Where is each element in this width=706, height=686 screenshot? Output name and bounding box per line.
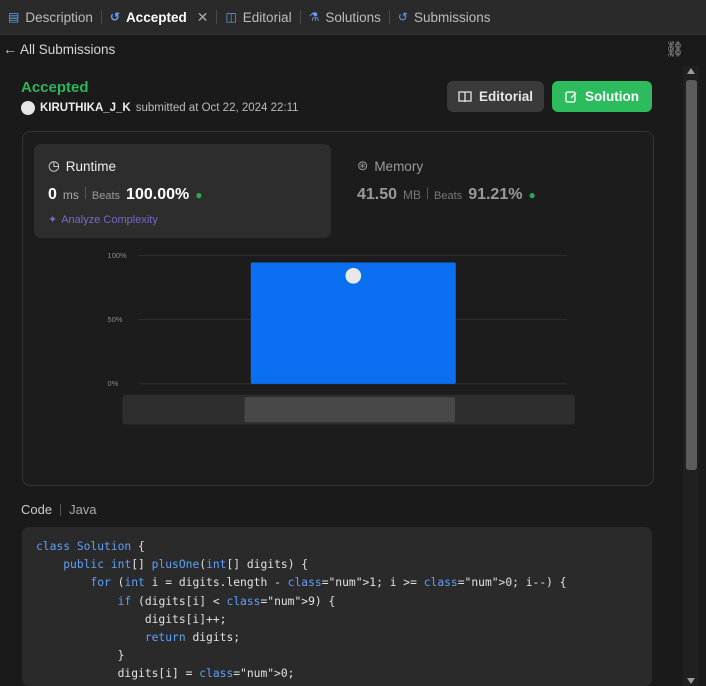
tab-label: Editorial [242, 9, 292, 25]
y-tick-label: 100% [108, 251, 127, 260]
leaderboard-icon: ● [195, 188, 203, 202]
tab-description[interactable]: ▤ Description [0, 0, 101, 34]
scroll-down-arrow-icon[interactable] [687, 678, 695, 684]
runtime-title-label: Runtime [65, 158, 117, 174]
editorial-button-label: Editorial [478, 89, 533, 104]
code-content[interactable]: class Solution { public int[] plusOne(in… [22, 527, 652, 684]
tab-label: Solutions [325, 9, 381, 25]
scrollbar[interactable] [683, 66, 699, 686]
runtime-title: ◷ Runtime [48, 158, 116, 174]
avatar[interactable] [21, 101, 35, 115]
code-label: Code [21, 502, 53, 517]
memory-values: 41.50 MB Beats 91.21% ● [357, 186, 536, 204]
divider [60, 503, 62, 516]
leaderboard-icon: ● [528, 188, 536, 202]
submission-subbar: ← All Submissions ⛓ [0, 35, 700, 63]
memory-unit: MB [403, 188, 422, 202]
tab-editorial[interactable]: ◫ Editorial [217, 0, 299, 34]
runtime-value: 0 [48, 186, 57, 203]
history-icon: ↺ [109, 10, 120, 24]
edit-icon [565, 91, 577, 103]
range-selector-window[interactable] [244, 397, 455, 423]
memory-title-label: Memory [374, 158, 424, 174]
sparkle-icon: ✦ [48, 214, 58, 226]
link-icon[interactable]: ⛓ [665, 40, 684, 58]
clock-icon: ◷ [48, 158, 60, 173]
tab-label: Accepted [125, 9, 187, 25]
memory-chip-icon: ⊛ [357, 158, 369, 173]
memory-title[interactable]: ⊛ Memory [357, 158, 423, 174]
tab-label: Submissions [413, 9, 491, 25]
submission-status: Accepted [21, 79, 89, 96]
analyze-complexity-label: Analyze Complexity [61, 213, 158, 226]
submitted-time: submitted at Oct 22, 2024 22:11 [135, 102, 299, 114]
tab-solutions[interactable]: ⚗ Solutions [301, 0, 389, 34]
tab-submissions[interactable]: ↺ Submissions [390, 0, 499, 34]
y-tick-label: 0% [108, 379, 119, 388]
user-avatar-marker [345, 268, 362, 284]
divider [84, 187, 86, 199]
runtime-beats-value: 100.00% [126, 186, 190, 203]
username-link[interactable]: KIRUTHIKA_J_K [40, 102, 131, 114]
book-icon [458, 90, 472, 102]
tab-label: Description [25, 9, 93, 25]
tab-bar: ▤ Description ↺ Accepted ✕ ◫ Editorial ⚗… [0, 0, 706, 35]
tab-accepted[interactable]: ↺ Accepted ✕ [102, 0, 217, 34]
runtime-values: 0 ms Beats 100.00% ● [48, 186, 202, 204]
divider [427, 187, 429, 199]
analyze-complexity-link[interactable]: ✦ Analyze Complexity [48, 213, 158, 227]
scrollbar-thumb[interactable] [686, 80, 697, 470]
back-arrow-icon[interactable]: ← [0, 41, 20, 57]
runtime-card[interactable]: ◷ Runtime 0 ms Beats 100.00% ● ✦ Analyze… [34, 144, 331, 238]
editorial-button[interactable]: Editorial [447, 81, 544, 112]
all-submissions-link[interactable]: All Submissions [20, 42, 115, 57]
solution-button-label: Solution [585, 89, 639, 104]
history-icon: ↺ [397, 10, 408, 24]
runtime-unit: ms [62, 188, 79, 202]
scroll-up-arrow-icon[interactable] [687, 68, 695, 74]
memory-value: 41.50 [357, 186, 398, 203]
close-icon[interactable]: ✕ [197, 9, 209, 26]
memory-beats-value: 91.21% [468, 186, 523, 203]
runtime-distribution-chart: 100% 50% 0% [108, 251, 575, 425]
y-tick-label: 50% [108, 315, 123, 324]
description-icon: ▤ [8, 10, 20, 24]
flask-icon: ⚗ [308, 10, 320, 24]
book-icon: ◫ [225, 10, 237, 24]
code-language: Java [69, 502, 97, 517]
code-block[interactable]: class Solution { public int[] plusOne(in… [22, 527, 652, 686]
code-header: Code Java [21, 502, 97, 517]
runtime-beats-label: Beats [91, 190, 121, 202]
memory-beats-label: Beats [434, 190, 463, 202]
submitter-line: KIRUTHIKA_J_K submitted at Oct 22, 2024 … [21, 101, 299, 115]
solution-button[interactable]: Solution [552, 81, 652, 112]
